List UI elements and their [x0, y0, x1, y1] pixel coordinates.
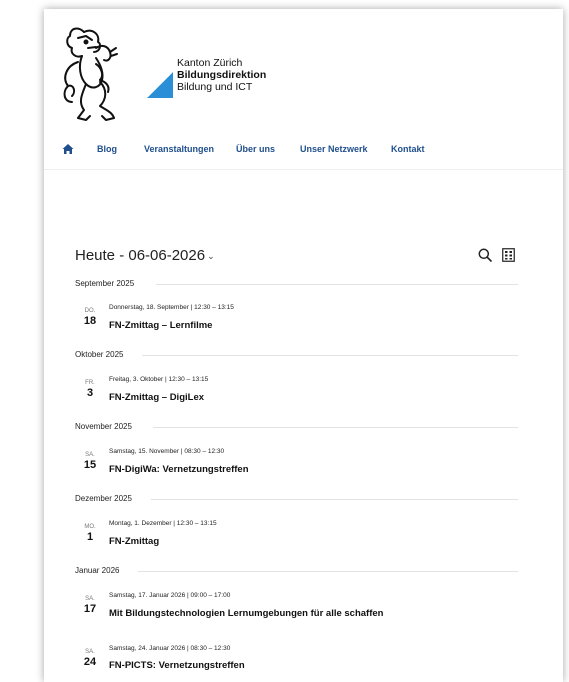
event-title-link[interactable]: FN-Zmittag [109, 536, 159, 547]
month-heading-september-2025: September 2025 [75, 279, 135, 288]
event-title-link[interactable]: FN-Zmittag – DigiLex [109, 392, 204, 403]
org-line-department: Bildung und ICT [177, 81, 253, 93]
nav-item-ueber-uns[interactable]: Über uns [236, 144, 275, 154]
page: Kanton Zürich Bildungsdirektion Bildung … [44, 9, 563, 682]
event-weekday: FR. [85, 380, 95, 386]
month-divider [156, 284, 518, 285]
event-title-link[interactable]: FN-DigiWa: Vernetzungstreffen [109, 464, 249, 475]
event-datetime: Donnerstag, 18. September | 12:30 – 13:1… [109, 304, 234, 311]
event-datetime: Samstag, 17. Januar 2026 | 09:00 – 17:00 [109, 592, 231, 599]
month-divider [142, 355, 518, 356]
event-datetime: Samstag, 15. November | 08:30 – 12:30 [109, 448, 225, 455]
event-weekday: DO. [84, 308, 96, 314]
nav-item-blog[interactable]: Blog [97, 144, 117, 154]
nav-item-veranstaltungen[interactable]: Veranstaltungen [144, 144, 214, 154]
event-weekday: MO. [84, 524, 96, 530]
event-weekday: SA. [85, 596, 95, 602]
current-date-label: Heute - 06-06-2026 [75, 247, 206, 264]
date-picker-button[interactable]: Heute - 06-06-2026 ⌄ [75, 247, 215, 264]
event-day: 15 [83, 459, 97, 471]
org-name: Kanton Zürich Bildungsdirektion Bildung … [177, 57, 266, 93]
event-day: 1 [86, 531, 94, 543]
event-title-link[interactable]: FN-PICTS: Vernetzungstreffen [109, 660, 245, 671]
event-day: 18 [83, 315, 97, 327]
event-datetime: Montag, 1. Dezember | 12:30 – 13:15 [109, 520, 217, 527]
canton-flag-icon [147, 72, 173, 98]
event-datetime: Freitag, 3. Oktober | 12:30 – 13:15 [109, 376, 209, 383]
org-line-directorate: Bildungsdirektion [177, 69, 267, 81]
event-weekday: SA. [85, 649, 95, 655]
event-day: 3 [86, 387, 94, 399]
event-title-link[interactable]: FN-Zmittag – Lernfilme [109, 320, 212, 331]
month-heading-januar-2026: Januar 2026 [75, 566, 120, 575]
calendar-view-icon[interactable] [502, 248, 515, 262]
month-heading-oktober-2025: Oktober 2025 [75, 350, 124, 359]
home-icon[interactable] [62, 143, 74, 155]
month-heading-dezember-2025: Dezember 2025 [75, 494, 132, 503]
event-datetime: Samstag, 24. Januar 2026 | 08:30 – 12:30 [109, 645, 231, 652]
main-nav: Blog Veranstaltungen Über uns Unser Netz… [44, 139, 563, 170]
nav-item-unser-netzwerk[interactable]: Unser Netzwerk [300, 144, 368, 154]
nav-item-kontakt[interactable]: Kontakt [391, 144, 425, 154]
month-divider [153, 427, 518, 428]
event-day: 17 [83, 603, 97, 615]
chevron-down-icon: ⌄ [207, 250, 215, 261]
month-divider [138, 571, 518, 572]
month-divider [151, 499, 518, 500]
event-day: 24 [83, 656, 97, 668]
event-title-link[interactable]: Mit Bildungstechnologien Lernumgebungen … [109, 608, 383, 619]
search-icon[interactable] [478, 248, 492, 262]
event-weekday: SA. [85, 452, 95, 458]
month-heading-november-2025: November 2025 [75, 422, 132, 431]
org-line-canton: Kanton Zürich [177, 57, 243, 69]
lion-coat-of-arms-icon [63, 27, 118, 121]
